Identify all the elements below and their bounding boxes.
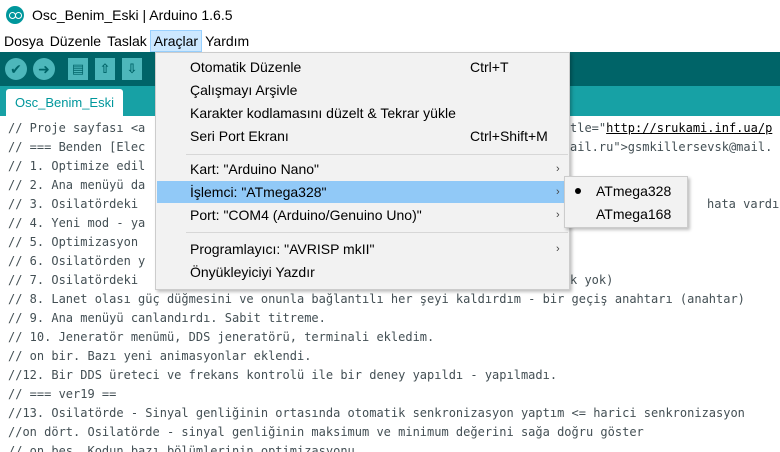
code-line: // on beş. Kodun bazı bölümlerinin optim…: [8, 444, 355, 452]
menu-bar: Dosya Düzenle Taslak Araçlar Yardım: [0, 30, 780, 52]
open-button[interactable]: ⇧: [95, 58, 115, 80]
menu-item-label: Çalışmayı Arşivle: [190, 82, 298, 98]
verify-button[interactable]: ✔: [5, 58, 27, 80]
processor-submenu: ATmega328 ATmega168: [564, 176, 688, 228]
menu-duzenle[interactable]: Düzenle: [47, 30, 104, 52]
menu-item-burn-bootloader[interactable]: Önyükleyiciyi Yazdır: [157, 261, 568, 283]
menu-item-processor[interactable]: İşlemci: "ATmega328" ›: [157, 181, 568, 203]
menu-item-fix-encoding[interactable]: Karakter kodlamasını düzelt & Tekrar yük…: [157, 102, 568, 124]
submenu-arrow-icon: ›: [556, 243, 560, 255]
menu-taslak[interactable]: Taslak: [104, 30, 150, 52]
menu-separator: [186, 232, 568, 233]
upload-button[interactable]: ➜: [33, 58, 55, 80]
code-line: //on dört. Osilatörde - sinyal genliğini…: [8, 425, 644, 439]
menu-item-board[interactable]: Kart: "Arduino Nano" ›: [157, 158, 568, 180]
menu-item-auto-format[interactable]: Otomatik Düzenle Ctrl+T: [157, 56, 568, 78]
open-icon: ⇧: [99, 61, 111, 76]
code-line-fragment: hata vardı): [707, 197, 780, 211]
menu-item-label: Port: "COM4 (Arduino/Genuino Uno)": [190, 207, 422, 223]
menu-dosya[interactable]: Dosya: [0, 30, 47, 52]
menu-item-label: Karakter kodlamasını düzelt & Tekrar yük…: [190, 105, 456, 121]
code-line: // 8. Lanet olası güç düğmesini ve onunl…: [8, 292, 745, 306]
menu-item-label: İşlemci: "ATmega328": [190, 184, 327, 200]
menu-item-port[interactable]: Port: "COM4 (Arduino/Genuino Uno)" ›: [157, 204, 568, 226]
code-line: // 5. Optimizasyon: [8, 235, 139, 249]
code-line: // 9. Ana menüyü canlandırdı. Sabit titr…: [8, 311, 326, 325]
menu-separator: [186, 154, 568, 155]
tools-menu: Otomatik Düzenle Ctrl+T Çalışmayı Arşivl…: [155, 52, 570, 290]
submenu-item-atmega168[interactable]: ATmega168: [566, 203, 686, 225]
code-line: // 6. Osilatörden y: [8, 254, 146, 268]
verify-icon: ✔: [10, 60, 22, 77]
tab-osc-benim-eski[interactable]: Osc_Benim_Eski: [6, 89, 123, 116]
code-line: // 1. Optimize edil: [8, 159, 146, 173]
code-line-fragment: ail.ru">gsmkillersevsk@mail.: [570, 140, 773, 154]
code-line: // Proje sayfası <a: [8, 121, 146, 135]
code-line: // 2. Ana menüyü da: [8, 178, 146, 192]
submenu-arrow-icon: ›: [556, 186, 560, 198]
code-link[interactable]: http://srukami.inf.ua/p: [606, 121, 772, 135]
code-line-fragment: k yok): [570, 273, 614, 287]
menu-item-label: Programlayıcı: "AVRISP mkII": [190, 241, 375, 257]
submenu-item-atmega328[interactable]: ATmega328: [566, 180, 686, 202]
upload-icon: ➜: [38, 60, 50, 77]
submenu-item-label: ATmega168: [596, 206, 672, 222]
new-button[interactable]: ▤: [68, 58, 88, 80]
menu-item-programmer[interactable]: Programlayıcı: "AVRISP mkII" ›: [157, 238, 568, 260]
menu-item-shortcut: Ctrl+Shift+M: [470, 128, 548, 144]
submenu-arrow-icon: ›: [556, 163, 560, 175]
code-text: tle=": [570, 121, 607, 135]
code-line: // on bir. Bazı yeni animasyonlar eklend…: [8, 349, 312, 363]
window-title: Osc_Benim_Eski | Arduino 1.6.5: [32, 7, 233, 23]
menu-item-serial-monitor[interactable]: Seri Port Ekranı Ctrl+Shift+M: [157, 125, 568, 147]
save-button[interactable]: ⇩: [122, 58, 142, 80]
save-icon: ⇩: [126, 61, 138, 76]
selected-bullet-icon: [575, 188, 581, 194]
menu-yardim[interactable]: Yardım: [202, 30, 252, 52]
menu-item-label: Önyükleyiciyi Yazdır: [190, 264, 315, 280]
code-line-fragment: tle="http://srukami.inf.ua/p: [570, 119, 772, 138]
menu-item-archive-sketch[interactable]: Çalışmayı Arşivle: [157, 79, 568, 101]
code-line: // 3. Osilatördeki: [8, 197, 139, 211]
menu-item-label: Seri Port Ekranı: [190, 128, 289, 144]
new-icon: ▤: [71, 61, 85, 76]
menu-araclar[interactable]: Araçlar: [149, 30, 203, 52]
submenu-arrow-icon: ›: [556, 209, 560, 221]
menu-item-label: Otomatik Düzenle: [190, 59, 302, 75]
menu-item-shortcut: Ctrl+T: [470, 59, 509, 75]
code-line: // 10. Jeneratör menümü, DDS jeneratörü,…: [8, 330, 435, 344]
code-line: // === ver19 ==: [8, 387, 117, 401]
code-line: // === Benden [Elec: [8, 140, 146, 154]
code-line: // 4. Yeni mod - ya: [8, 216, 146, 230]
arduino-logo-icon: [6, 6, 24, 24]
menu-item-label: Kart: "Arduino Nano": [190, 161, 320, 177]
code-line: //13. Osilatörde - Sinyal genliğinin ort…: [8, 406, 745, 420]
code-line: //12. Bir DDS üreteci ve frekans kontrol…: [8, 368, 558, 382]
code-line: // 7. Osilatördeki: [8, 273, 139, 287]
submenu-item-label: ATmega328: [596, 183, 672, 199]
title-bar: Osc_Benim_Eski | Arduino 1.6.5: [0, 0, 780, 30]
